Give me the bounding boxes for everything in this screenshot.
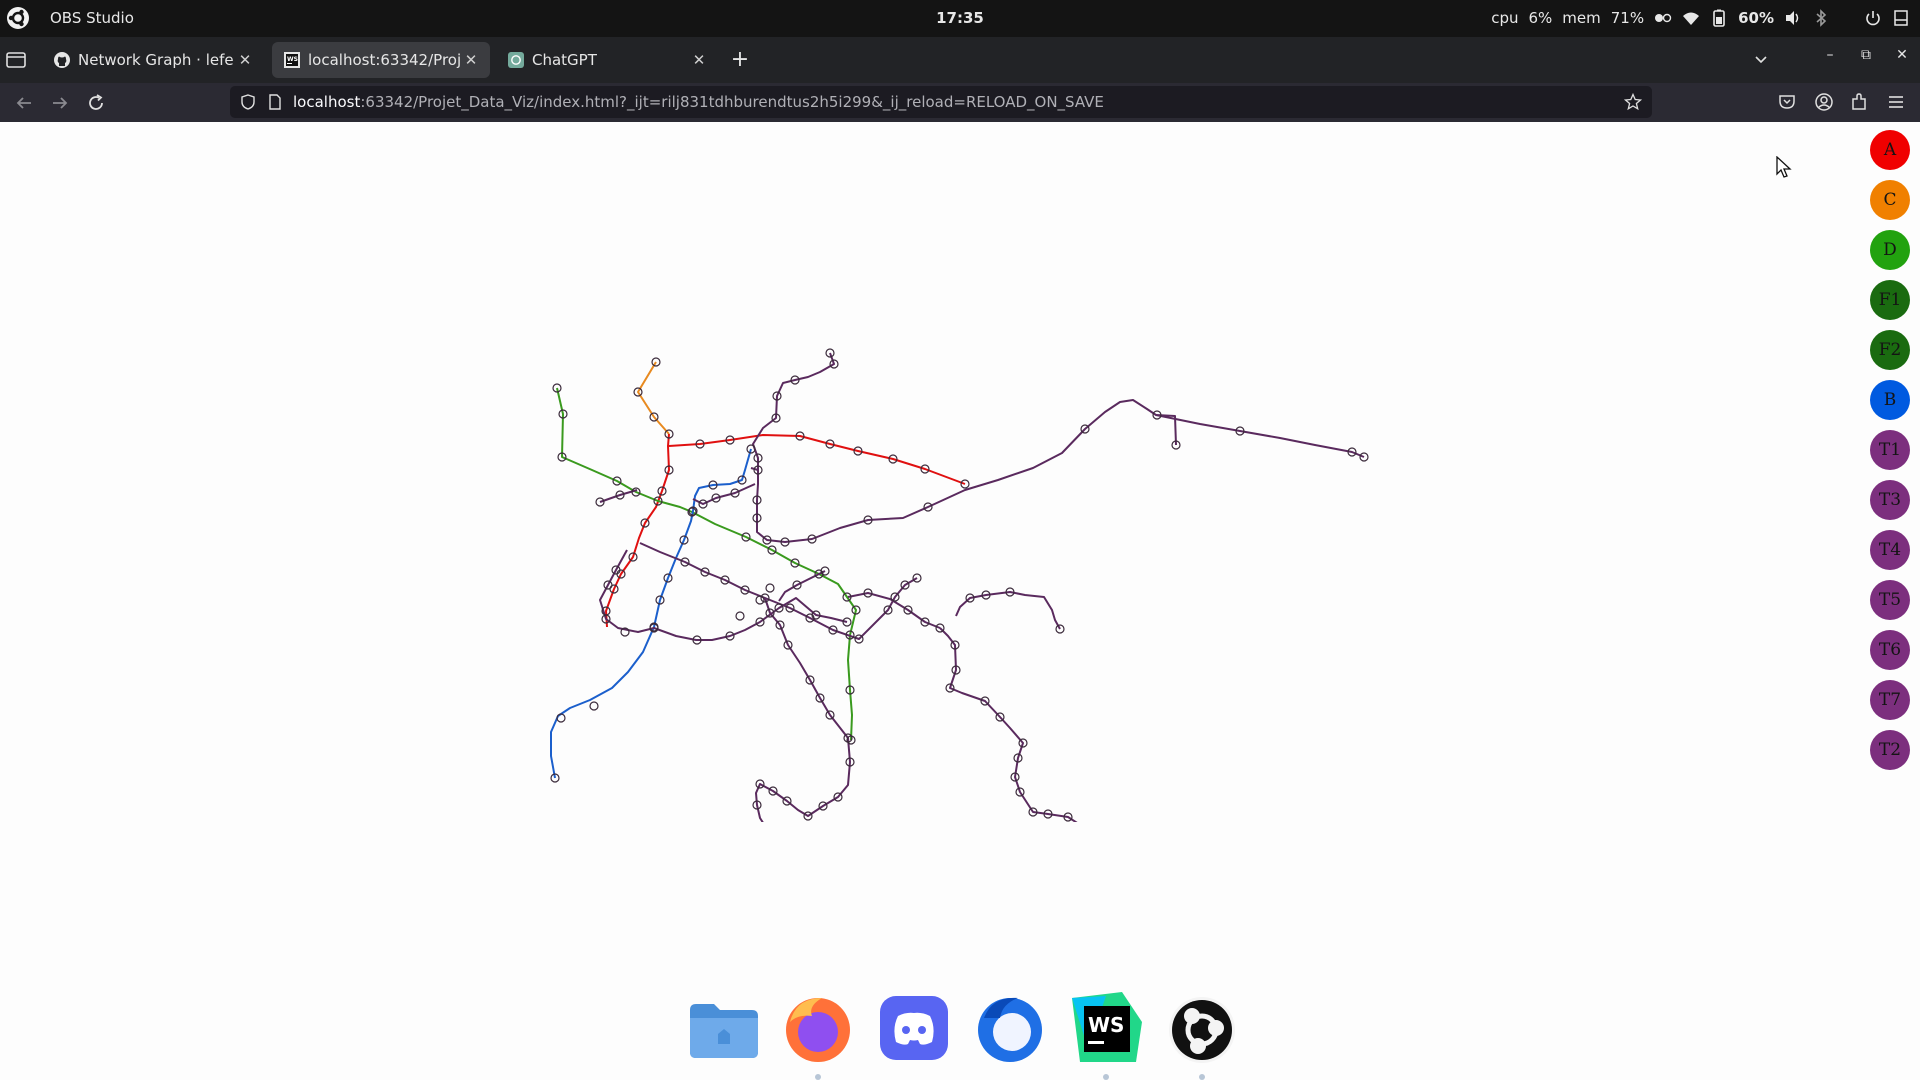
running-indicator [815,1074,821,1080]
legend-button-t1[interactable]: T1 [1870,430,1910,470]
cpu-label: cpu [1491,9,1519,27]
station-node[interactable] [735,611,745,621]
account-icon[interactable] [1814,92,1834,112]
mem-label: mem [1562,9,1601,27]
wifi-icon[interactable] [1682,9,1700,27]
page-content: A C D F1 F2 B T1 T3 T4 T5 T6 T7 T2 [0,122,1920,1080]
line-path-t6[interactable] [599,549,848,641]
close-window-icon[interactable]: ✕ [1890,47,1914,63]
tab-localhost[interactable]: WS localhost:63342/Projet_Da ✕ [272,42,490,78]
tab-chatgpt[interactable]: ChatGPT ✕ [496,42,718,78]
address-bar[interactable]: localhost:63342/Projet_Data_Viz/index.ht… [230,86,1652,118]
station-node[interactable] [755,595,765,605]
line-path-a[interactable] [605,433,670,628]
line-path-t8[interactable] [939,627,1089,822]
thunderbird-app-icon[interactable] [970,988,1050,1068]
tab-title: Network Graph · lefebv| [78,51,234,69]
cpu-value: 6% [1528,9,1553,27]
tab-title: localhost:63342/Projet_Da [308,51,460,69]
webstorm-app-icon[interactable]: WS [1066,988,1146,1068]
tab-network-graph[interactable]: Network Graph · lefebv| ✕ [42,42,264,78]
running-indicator [1103,1074,1109,1080]
webstorm-icon: WS [284,52,300,68]
files-app-icon[interactable] [684,988,764,1068]
close-tab-icon[interactable]: ✕ [234,51,256,69]
power-icon[interactable] [1864,9,1882,27]
minimize-icon[interactable]: – [1818,47,1842,63]
legend-button-f1[interactable]: F1 [1870,280,1910,320]
reload-icon[interactable] [84,91,108,115]
obs-app-icon[interactable] [1162,988,1242,1068]
line-path-c[interactable] [637,361,670,435]
url-text: localhost:63342/Projet_Data_Viz/index.ht… [293,93,1104,111]
legend-button-f2[interactable]: F2 [1870,330,1910,370]
tab-title: ChatGPT [532,51,597,69]
page-info-icon[interactable] [268,94,282,110]
menu-icon[interactable] [1886,92,1906,112]
url-rest: :63342/Projet_Data_Viz/index.html?_ijt=r… [360,93,1104,111]
station-node[interactable] [765,583,775,593]
dock: WS [680,983,1240,1080]
os-top-bar: OBS Studio 17:35 cpu 6% mem 71% 60% [0,0,1920,37]
battery-icon[interactable] [1710,9,1728,27]
line-path-t1[interactable] [752,352,1177,543]
battery-value: 60% [1738,9,1774,27]
ubuntu-logo-icon[interactable] [6,6,30,30]
transit-network-graph[interactable] [0,122,1860,822]
legend-button-t6[interactable]: T6 [1870,630,1910,670]
url-host: localhost [293,93,361,111]
bookmark-star-icon[interactable] [1624,93,1642,111]
new-tab-button[interactable]: + [727,45,753,75]
bluetooth-icon[interactable] [1812,9,1830,27]
discord-app-icon[interactable] [874,988,954,1068]
back-icon[interactable] [12,91,36,115]
line-path-t10[interactable] [778,570,826,602]
legend-button-t2[interactable]: T2 [1870,730,1910,770]
volume-icon[interactable] [1784,9,1802,27]
line-legend: A C D F1 F2 B T1 T3 T4 T5 T6 T7 T2 [1870,130,1910,780]
legend-button-d[interactable]: D [1870,230,1910,270]
chevron-down-icon[interactable] [1750,49,1772,71]
show-desktop-icon[interactable] [1892,9,1910,27]
active-app-name[interactable]: OBS Studio [50,9,134,27]
forward-icon[interactable] [48,91,72,115]
window-controls: – ⧉ ✕ [1818,47,1914,63]
mouse-cursor-icon [1776,156,1792,178]
line-path-t1b[interactable] [1155,414,1365,458]
clock[interactable]: 17:35 [936,9,984,27]
extensions-icon[interactable] [1850,92,1870,112]
close-tab-icon[interactable]: ✕ [460,51,482,69]
line-path-t9[interactable] [955,591,1061,630]
pocket-icon[interactable] [1777,92,1797,112]
chatgpt-icon [508,52,524,68]
station-node[interactable] [589,701,599,711]
mem-value: 71% [1610,9,1645,27]
firefox-app-icon[interactable] [778,988,858,1068]
line-path-a2[interactable] [668,434,966,485]
legend-button-t4[interactable]: T4 [1870,530,1910,570]
browser-tab-bar: Network Graph · lefebv| ✕ WS localhost:6… [0,37,1920,83]
legend-button-t3[interactable]: T3 [1870,480,1910,520]
legend-button-c[interactable]: C [1870,180,1910,220]
record-indicator-icon[interactable] [1654,9,1672,27]
tab-overview-icon[interactable] [4,49,28,71]
legend-button-t7[interactable]: T7 [1870,680,1910,720]
legend-button-t5[interactable]: T5 [1870,580,1910,620]
system-stats: cpu 6% mem 71% 60% [1491,6,1910,30]
shield-icon[interactable] [240,94,256,110]
svg-text:WS: WS [287,56,298,63]
line-path-d[interactable] [556,387,857,741]
github-icon [54,52,70,68]
legend-button-b[interactable]: B [1870,380,1910,420]
restore-icon[interactable]: ⧉ [1854,47,1878,63]
svg-text:WS: WS [1088,1013,1124,1037]
running-indicator [1199,1074,1205,1080]
browser-nav-bar: localhost:63342/Projet_Data_Viz/index.ht… [0,83,1920,122]
close-tab-icon[interactable]: ✕ [688,51,710,69]
legend-button-a[interactable]: A [1870,130,1910,170]
